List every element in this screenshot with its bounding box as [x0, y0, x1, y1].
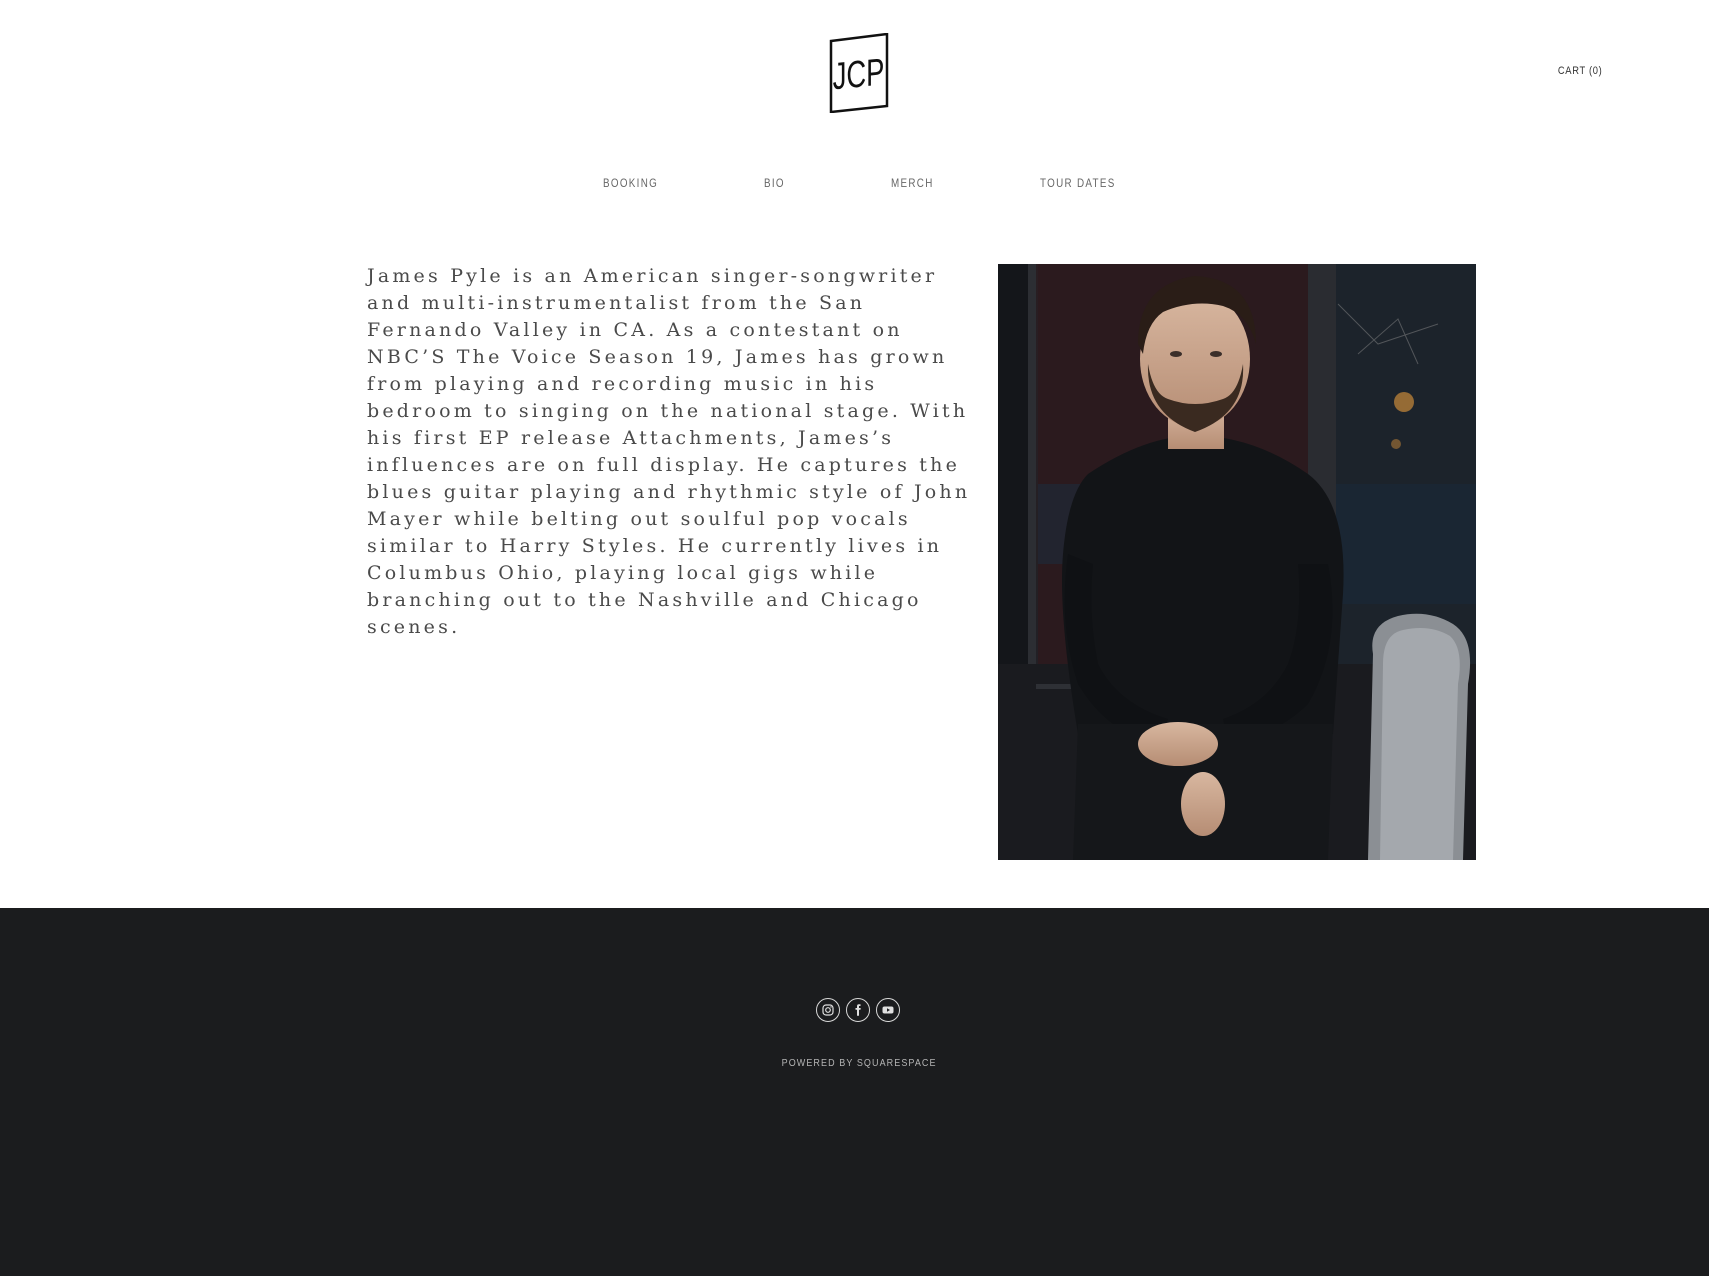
instagram-icon[interactable] [816, 998, 840, 1022]
bio-line: influences are on full display. He captu… [367, 454, 961, 476]
bio-line: Columbus Ohio, playing local gigs while [367, 562, 879, 584]
nav-item-merch[interactable]: MERCH [891, 176, 934, 190]
logo-text: JCP [833, 51, 885, 98]
nav-item-tour-dates[interactable]: TOUR DATES [1040, 176, 1116, 190]
site-footer: POWERED BY SQUARESPACE [0, 908, 1709, 1276]
jcp-logo[interactable]: JCP [829, 33, 889, 113]
social-links [816, 998, 900, 1024]
youtube-icon[interactable] [876, 998, 900, 1022]
bio-line: his first EP release Attachments, James’… [367, 427, 895, 449]
bio-line: from playing and recording music in his [367, 373, 878, 395]
bio-line: Mayer while belting out soulful pop voca… [367, 508, 911, 530]
bio-line: Fernando Valley in CA. As a contestant o… [367, 319, 903, 341]
bio-line: blues guitar playing and rhythmic style … [367, 481, 971, 503]
bio-line: bedroom to singing on the national stage… [367, 400, 969, 422]
main-nav: BOOKING BIO MERCH TOUR DATES [0, 174, 1709, 194]
powered-by-text: POWERED BY SQUARESPACE [781, 1058, 937, 1069]
bio-line: NBC’S The Voice Season 19, James has gro… [367, 346, 948, 368]
facebook-icon[interactable] [846, 998, 870, 1022]
bio-line: James Pyle is an American singer-songwri… [367, 265, 938, 287]
powered-by-link[interactable]: POWERED BY SQUARESPACE [0, 1058, 1709, 1069]
nav-item-bio[interactable]: BIO [764, 176, 785, 190]
site-header: JCP CART (0) BOOKING BIO MERCH TOUR DATE… [0, 0, 1709, 230]
bio-line: and multi-instrumentalist from the San [367, 292, 866, 314]
nav-item-booking[interactable]: BOOKING [603, 176, 658, 190]
page: JCP CART (0) BOOKING BIO MERCH TOUR DATE… [0, 0, 1709, 1276]
bio-line: similar to Harry Styles. He currently li… [367, 535, 943, 557]
bio-line: branching out to the Nashville and Chica… [367, 589, 922, 611]
artist-photo [998, 264, 1476, 860]
cart-link[interactable]: CART (0) [1557, 65, 1602, 77]
bio-line: scenes. [367, 616, 461, 638]
bio-paragraph: James Pyle is an American singer-songwri… [367, 263, 987, 641]
